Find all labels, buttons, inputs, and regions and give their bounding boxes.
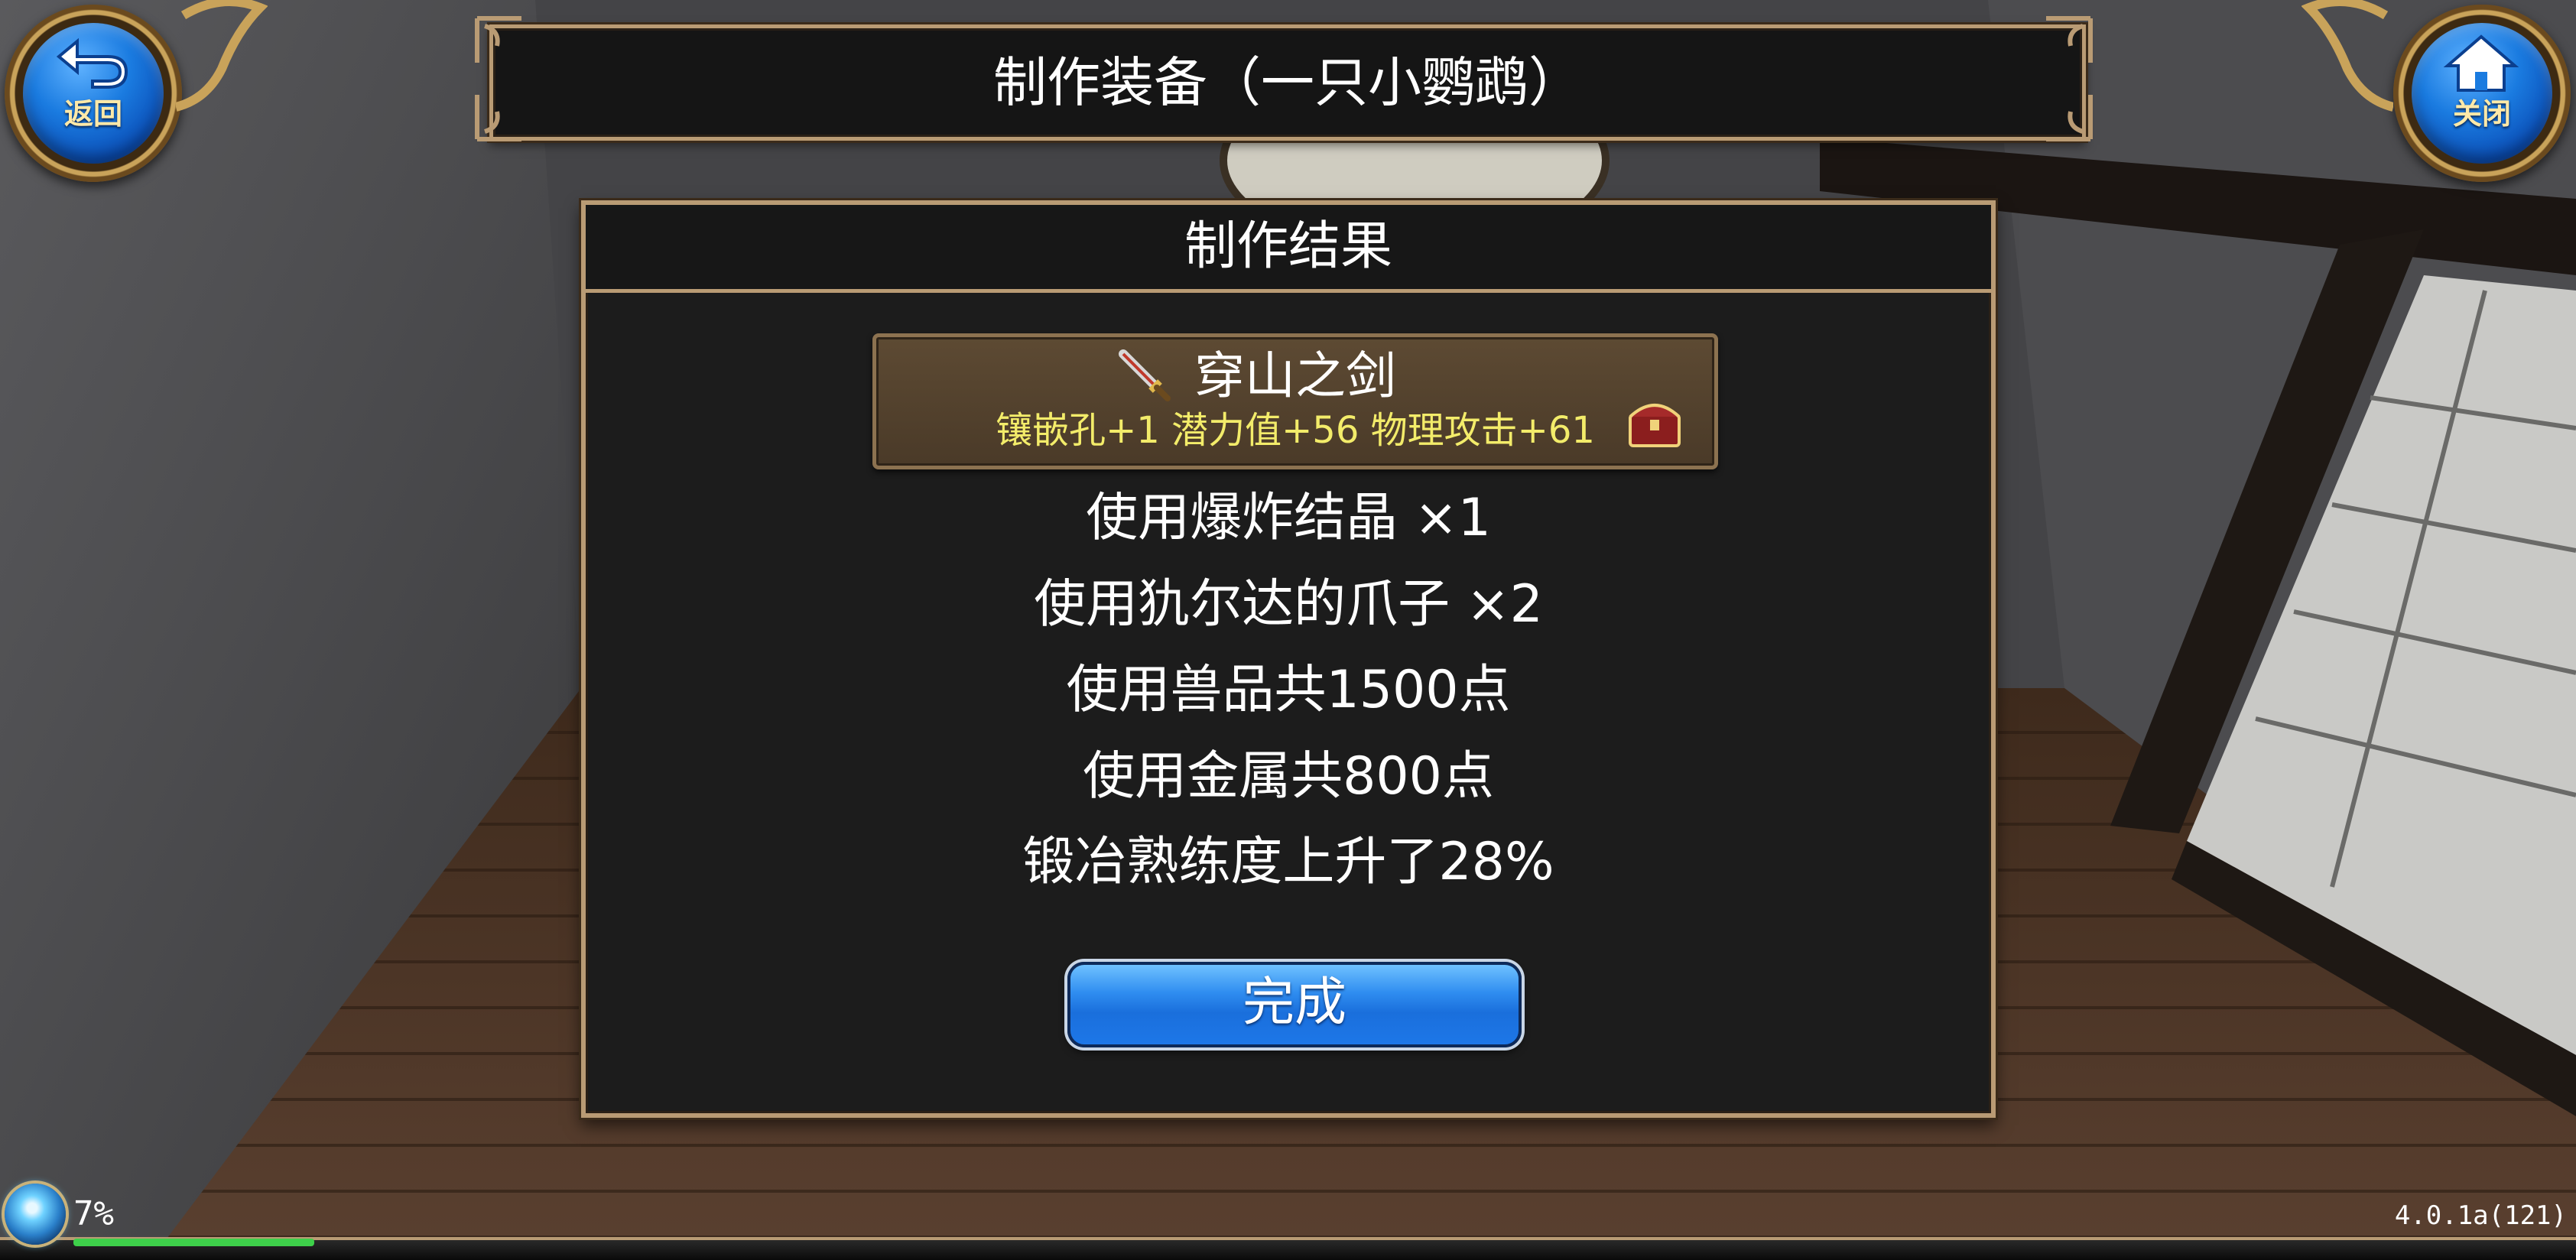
back-label: 返回 (63, 97, 122, 131)
result-line: 使用兽品共1500点 (1066, 660, 1511, 720)
item-stats: 镶嵌孔+1 潜力值+56 物理攻击+61 (996, 409, 1595, 452)
back-button[interactable]: 返回 (5, 5, 182, 182)
close-label: 关闭 (2452, 97, 2511, 131)
craft-result-dialog: 制作结果 穿山之剑 镶嵌孔+1 潜力值+56 物理攻击+61 使用爆炸结晶 ×1… (581, 200, 1996, 1118)
return-arrow-icon (56, 37, 128, 89)
result-line: 使用爆炸结晶 ×1 (1086, 488, 1491, 548)
status-orb-icon[interactable] (5, 1184, 66, 1245)
result-line: 使用犰尔达的爪子 ×2 (1034, 574, 1543, 635)
corner-ornament (475, 95, 521, 141)
dialog-title: 制作结果 (586, 205, 1991, 293)
title-bar: 制作装备（一只小鹦鹉） (489, 24, 2086, 141)
gold-ornament-right (2302, 0, 2393, 112)
done-button[interactable]: 完成 (1067, 962, 1522, 1047)
crafted-item-panel[interactable]: 穿山之剑 镶嵌孔+1 潜力值+56 物理攻击+61 (872, 333, 1718, 469)
gold-ornament-left (176, 0, 268, 112)
treasure-chest-icon (1629, 404, 1681, 447)
result-line: 使用金属共800点 (1083, 746, 1494, 807)
corner-ornament (2046, 95, 2093, 141)
progress-percent: 7% (73, 1194, 114, 1233)
result-line: 锻冶熟练度上升了28% (1022, 832, 1554, 892)
corner-ornament (475, 16, 521, 63)
version-label: 4.0.1a(121) (2394, 1200, 2567, 1231)
home-icon (2443, 34, 2519, 92)
progress-bar-fill (73, 1239, 314, 1246)
close-button[interactable]: 关闭 (2393, 5, 2571, 182)
page-title: 制作装备（一只小鹦鹉） (993, 51, 1582, 114)
item-name: 穿山之剑 (1194, 346, 1396, 405)
corner-ornament (2046, 16, 2093, 63)
